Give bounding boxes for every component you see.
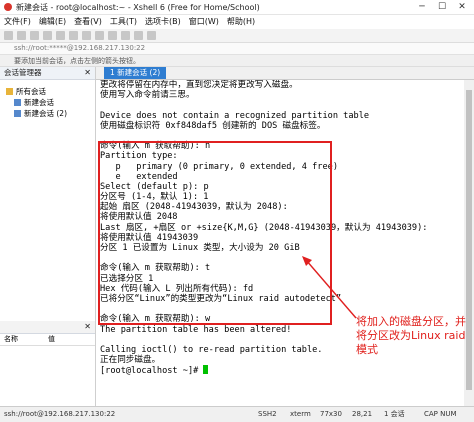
menu-file[interactable]: 文件(F) bbox=[0, 15, 35, 28]
terminal-line: 起始 扇区 (2048-41943039，默认为 2048): bbox=[100, 202, 288, 213]
folder-icon bbox=[6, 88, 13, 95]
terminal-line: p primary (0 primary, 0 extended, 4 free… bbox=[100, 161, 338, 172]
address-bar[interactable]: ssh://root:*****@192.168.217.130:22 bbox=[0, 43, 474, 55]
scrollbar[interactable] bbox=[464, 80, 474, 406]
column-name: 名称 bbox=[4, 335, 18, 343]
menu-view[interactable]: 查看(V) bbox=[70, 15, 106, 28]
terminal-line: 分区 1 已设置为 Linux 类型，大小设为 20 GiB bbox=[100, 243, 300, 253]
hint-bar: 要添加当前会话，点击左侧的箭头按钮。 bbox=[0, 55, 474, 67]
status-size: 77x30 bbox=[320, 410, 342, 418]
status-terminal: xterm bbox=[290, 410, 311, 418]
terminal-line: 使用写入命令前请三思。 bbox=[100, 90, 195, 101]
title-bar: 新建会话 - root@localhost:~ - Xshell 6 (Free… bbox=[0, 0, 474, 15]
session-manager-header: 会话管理器 ✕ bbox=[0, 67, 95, 80]
terminal-prompt-line: [root@localhost ~]# bbox=[96, 365, 464, 377]
properties-panel: ✕ 名称 值 bbox=[0, 321, 95, 346]
terminal-line: e extended bbox=[100, 171, 178, 182]
terminal-line: Hex 代码(输入 L 列出所有代码): fd bbox=[100, 283, 254, 294]
terminal-line: 将使用默认值 2048 bbox=[100, 212, 178, 223]
session-manager-title: 会话管理器 bbox=[4, 68, 42, 77]
close-panel-icon[interactable]: ✕ bbox=[84, 67, 91, 79]
paste-icon[interactable] bbox=[69, 31, 78, 40]
print-icon[interactable] bbox=[95, 31, 104, 40]
terminal-line: Last 扇区, +扇区 or +size{K,M,G} (2048-41943… bbox=[100, 222, 428, 233]
terminal-line: Device does not contain a recognized par… bbox=[100, 110, 370, 121]
new-session-icon[interactable] bbox=[4, 31, 13, 40]
status-position: 28,21 bbox=[352, 410, 373, 418]
keyboard-icon[interactable] bbox=[134, 31, 143, 40]
terminal-line: 更改将停留在内存中，直到您决定将更改写入磁盘。 bbox=[100, 80, 298, 90]
session-tree: 所有会话 新建会话 新建会话 (2) bbox=[0, 80, 95, 119]
menu-help[interactable]: 帮助(H) bbox=[223, 15, 259, 28]
terminal-line: 已选择分区 1 bbox=[100, 273, 154, 284]
terminal-output[interactable]: 更改将停留在内存中，直到您决定将更改写入磁盘。 使用写入命令前请三思。 Device… bbox=[96, 80, 464, 406]
session-icon bbox=[14, 110, 21, 117]
column-value: 值 bbox=[48, 335, 55, 343]
status-bar: ssh://root@192.168.217.130:22 SSH2 xterm… bbox=[0, 406, 474, 422]
copy-icon[interactable] bbox=[56, 31, 65, 40]
tree-item-all-sessions[interactable]: 所有会话 bbox=[6, 86, 95, 97]
lock-icon[interactable] bbox=[121, 31, 130, 40]
menu-bar: 文件(F) 编辑(E) 查看(V) 工具(T) 选项卡(B) 窗口(W) 帮助(… bbox=[0, 15, 474, 28]
annotation-text: 将加入的磁盘分区，并将分区改为Linux raid模式 bbox=[356, 315, 466, 356]
window-title: 新建会话 - root@localhost:~ - Xshell 6 (Free… bbox=[16, 3, 260, 12]
help-icon[interactable] bbox=[147, 31, 156, 40]
minimize-button[interactable]: ─ bbox=[412, 0, 432, 14]
find-icon[interactable] bbox=[82, 31, 91, 40]
address-text: ssh://root:*****@192.168.217.130:22 bbox=[14, 44, 146, 52]
session-icon bbox=[14, 99, 21, 106]
menu-window[interactable]: 窗口(W) bbox=[185, 15, 223, 28]
menu-edit[interactable]: 编辑(E) bbox=[35, 15, 70, 28]
menu-tools[interactable]: 工具(T) bbox=[106, 15, 141, 28]
link-icon[interactable] bbox=[30, 31, 39, 40]
terminal-line: Select (default p): p bbox=[100, 181, 209, 192]
status-connection: ssh://root@192.168.217.130:22 bbox=[4, 410, 116, 418]
status-sessions: 1 会话 bbox=[384, 410, 405, 418]
terminal-cursor bbox=[203, 365, 209, 375]
open-folder-icon[interactable] bbox=[17, 31, 26, 40]
tree-item-session-2[interactable]: 新建会话 (2) bbox=[6, 108, 95, 119]
terminal-line: 命令(输入 m 获取帮助): n bbox=[100, 141, 211, 152]
tree-item-session-1[interactable]: 新建会话 bbox=[6, 97, 95, 108]
tab-bar: 1 新建会话 (2) bbox=[96, 67, 474, 80]
close-properties-icon[interactable]: ✕ bbox=[84, 321, 91, 333]
globe-icon[interactable] bbox=[108, 31, 117, 40]
terminal-prompt: [root@localhost ~]# bbox=[100, 366, 204, 377]
properties-icon[interactable] bbox=[43, 31, 52, 40]
xshell-app-icon bbox=[4, 3, 12, 11]
toolbar bbox=[0, 29, 474, 43]
hint-text: 要添加当前会话，点击左侧的箭头按钮。 bbox=[14, 57, 140, 65]
terminal-line: 分区号 (1-4，默认 1): 1 bbox=[100, 192, 209, 203]
annotation-arrow bbox=[302, 256, 357, 319]
close-button[interactable]: ✕ bbox=[452, 0, 472, 14]
terminal-line: Partition type: bbox=[100, 151, 178, 162]
properties-header: ✕ bbox=[0, 321, 95, 334]
session-manager-panel: 会话管理器 ✕ 所有会话 新建会话 新建会话 (2) ✕ 名称 值 bbox=[0, 67, 96, 406]
terminal-line: 使用磁盘标识符 0xf848daf5 创建新的 DOS 磁盘标签。 bbox=[100, 120, 326, 131]
properties-columns: 名称 值 bbox=[0, 334, 95, 346]
status-protocol: SSH2 bbox=[258, 410, 277, 418]
terminal-line: 命令(输入 m 获取帮助): t bbox=[100, 263, 211, 274]
status-caps: CAP NUM bbox=[424, 410, 457, 418]
terminal-line: 将使用默认值 41943039 bbox=[100, 232, 199, 243]
maximize-button[interactable]: ☐ bbox=[432, 0, 452, 14]
terminal-line: 已将分区“Linux”的类型更改为“Linux raid autodetect” bbox=[100, 293, 342, 304]
menu-tab[interactable]: 选项卡(B) bbox=[141, 15, 185, 28]
tab-session-2[interactable]: 1 新建会话 (2) bbox=[104, 67, 167, 79]
